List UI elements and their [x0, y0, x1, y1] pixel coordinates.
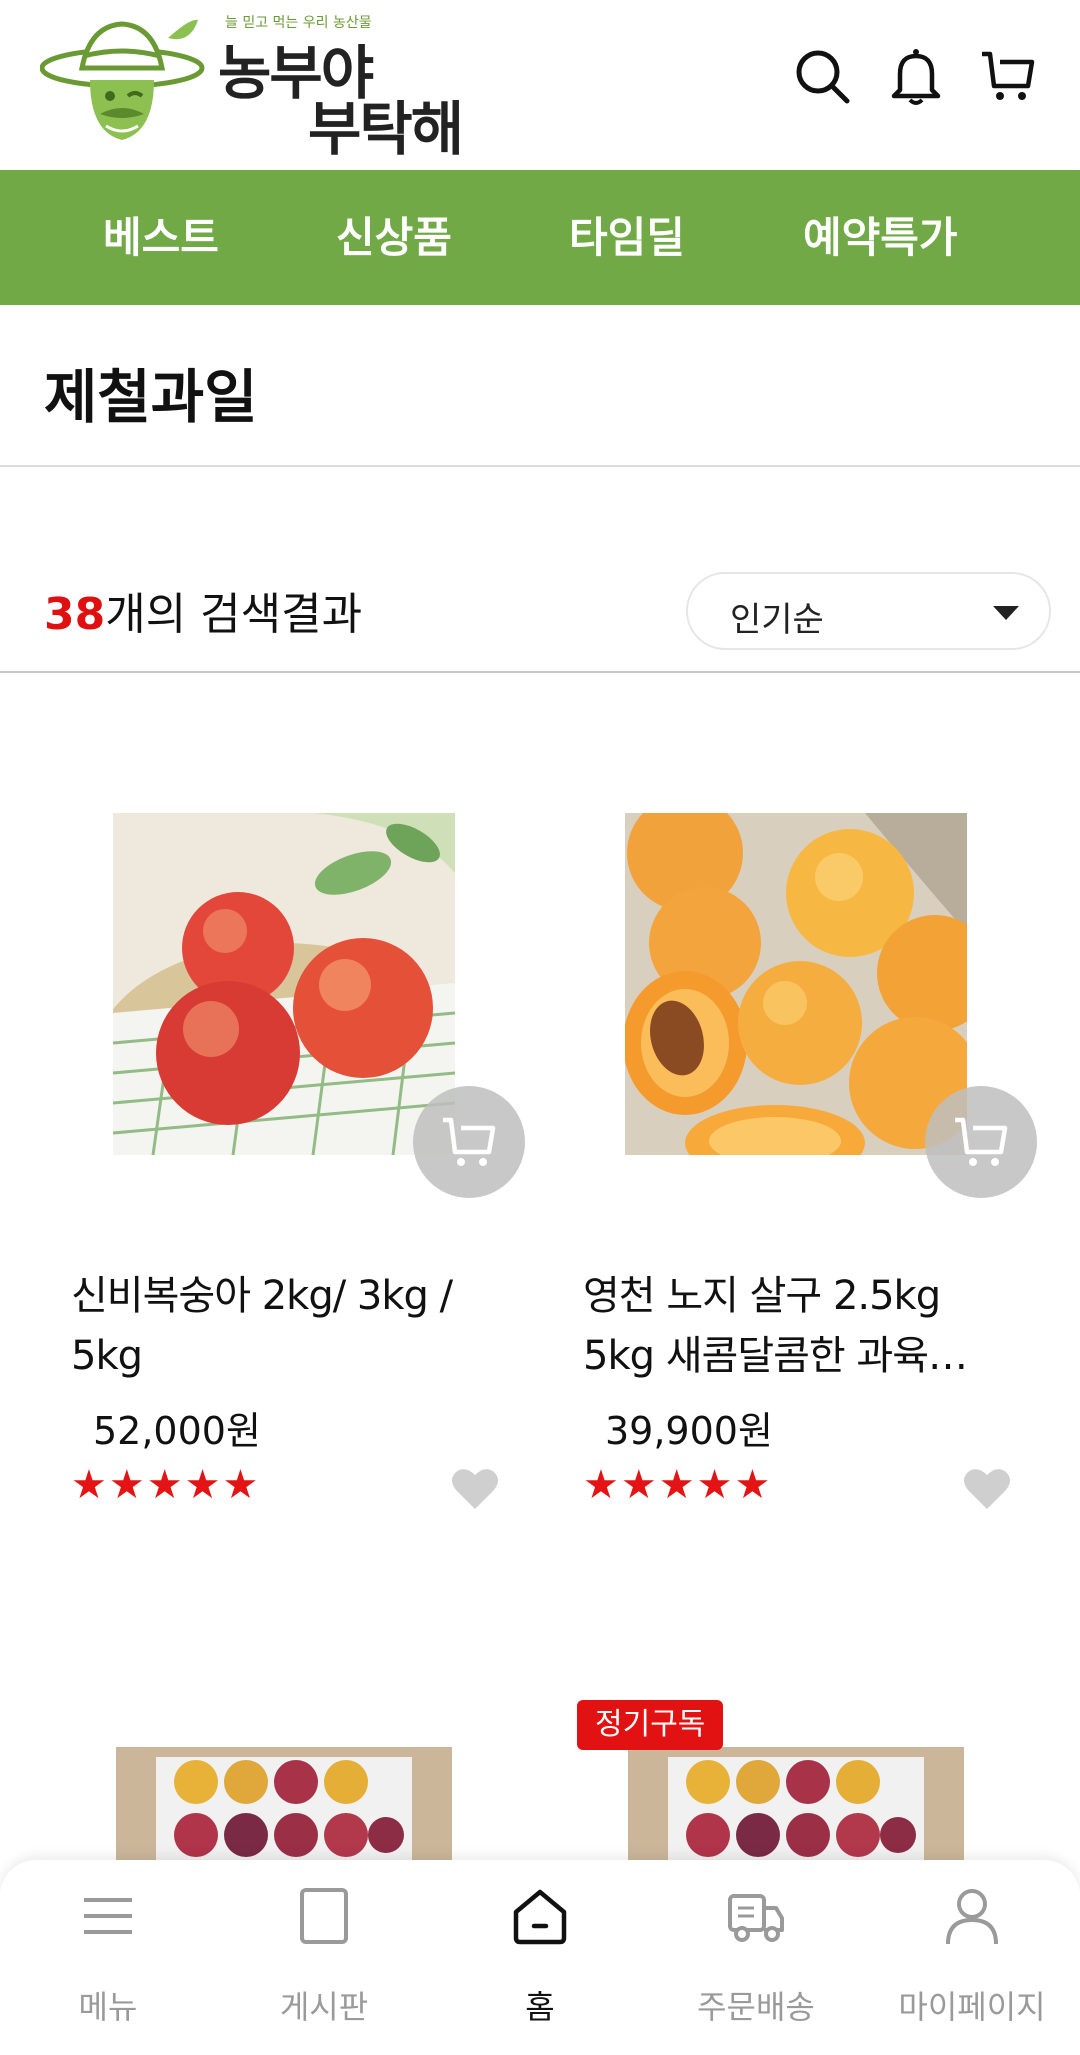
product-image-plum-box[interactable]	[116, 1747, 452, 1860]
cart-icon	[443, 1117, 496, 1166]
tab-label: 메뉴	[78, 1988, 138, 2026]
logo-text-line2: 부탁해	[308, 95, 464, 163]
wishlist-heart-icon[interactable]	[450, 1465, 500, 1511]
rating-stars: ★★★★★	[583, 1465, 772, 1505]
bottom-tab-bar: 메뉴 게시판 홈 주문배송 마이페이지	[0, 1860, 1080, 2055]
tab-menu[interactable]: 메뉴	[0, 1860, 216, 2055]
star-icon: ★	[583, 1462, 619, 1508]
star-icon: ★	[734, 1462, 771, 1508]
menu-icon	[84, 1898, 132, 1934]
product-image-apricot[interactable]	[625, 813, 967, 1155]
tab-label: 게시판	[279, 1988, 369, 2026]
results-label: 개의 검색결과	[105, 589, 363, 640]
truck-icon	[728, 1894, 784, 1942]
product-price: 52,000원	[93, 1409, 261, 1453]
tab-mypage[interactable]: 마이페이지	[864, 1860, 1080, 2055]
product-image-plum-box[interactable]	[628, 1747, 964, 1860]
star-icon: ★	[146, 1462, 183, 1508]
tab-home[interactable]: 홈	[432, 1860, 648, 2055]
header: 늘 믿고 먹는 우리 농산물 농부야 부탁해	[0, 0, 1080, 170]
sort-dropdown[interactable]: 인기순	[686, 572, 1051, 650]
board-icon	[300, 1888, 348, 1944]
home-icon	[513, 1889, 567, 1945]
star-icon: ★	[184, 1462, 221, 1508]
divider	[0, 465, 1080, 467]
add-to-cart-button[interactable]	[413, 1086, 525, 1198]
product-name[interactable]: 신비복숭아 2kg/ 3kg / 5kg	[71, 1266, 471, 1386]
add-to-cart-button[interactable]	[925, 1086, 1037, 1198]
results-summary: 38개의 검색결과	[44, 578, 362, 642]
user-icon	[946, 1889, 998, 1945]
wishlist-heart-icon[interactable]	[962, 1465, 1012, 1511]
nav-item-new[interactable]: 신상품	[336, 170, 452, 305]
product-image-peach[interactable]	[113, 813, 455, 1155]
nav-item-best[interactable]: 베스트	[103, 170, 219, 305]
divider	[0, 671, 1080, 673]
farmer-logo-icon	[40, 19, 205, 140]
category-nav: 베스트 신상품 타임딜 예약특가	[0, 170, 1080, 305]
sort-selected-label: 인기순	[730, 600, 824, 640]
nav-item-timedeal[interactable]: 타임딜	[569, 170, 685, 305]
star-icon: ★	[620, 1462, 657, 1508]
cart-icon[interactable]	[978, 46, 1038, 106]
page-title: 제철과일	[44, 363, 258, 431]
star-icon: ★	[658, 1462, 695, 1508]
nav-item-reservation[interactable]: 예약특가	[803, 170, 958, 305]
star-icon: ★	[71, 1462, 107, 1508]
tab-label: 홈	[525, 1988, 555, 2026]
subscription-badge: 정기구독	[577, 1700, 724, 1750]
brand-logo[interactable]: 늘 믿고 먹는 우리 농산물 농부야 부탁해	[40, 10, 470, 163]
product-name[interactable]: 영천 노지 살구 2.5kg 5kg 새콤달콤한 과육…	[583, 1266, 983, 1386]
search-icon[interactable]	[792, 46, 852, 106]
bell-icon[interactable]	[886, 46, 946, 106]
star-icon: ★	[696, 1462, 733, 1508]
tab-board[interactable]: 게시판	[216, 1860, 432, 2055]
rating-stars: ★★★★★	[71, 1465, 260, 1505]
star-icon: ★	[222, 1462, 259, 1508]
product-price: 39,900원	[605, 1409, 773, 1453]
results-count: 38	[44, 589, 106, 640]
tab-label: 마이페이지	[898, 1988, 1046, 2026]
cart-icon	[955, 1117, 1008, 1166]
tab-label: 주문배송	[697, 1988, 815, 2026]
tab-order-delivery[interactable]: 주문배송	[648, 1860, 864, 2055]
star-icon: ★	[108, 1462, 145, 1508]
chevron-down-icon	[993, 606, 1019, 620]
